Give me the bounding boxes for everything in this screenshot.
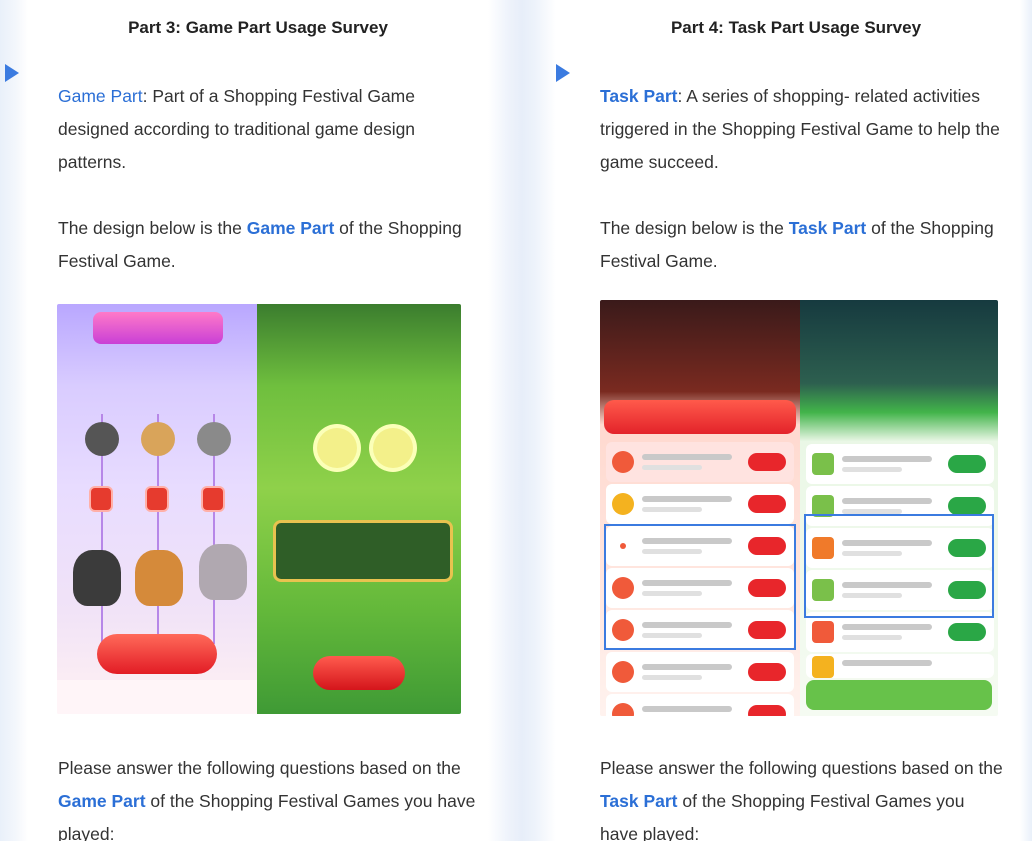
highlight-box [804,514,994,618]
task-screen-right [800,300,998,716]
avatar [197,422,231,456]
design-intro-text: The design below is the Game Part of the… [58,218,462,271]
gift-box-icon [203,488,223,510]
part-title: Part 4: Task Part Usage Survey [670,18,922,37]
middle-gutter [488,0,556,841]
task-row [806,444,994,484]
task-screen-left [600,300,800,716]
task-row [606,484,794,524]
task-part-screenshot [600,300,998,716]
task-row [806,654,994,678]
game-part-survey-panel: Part 3: Game Part Usage Survey Game Part… [30,0,486,841]
play-button [313,656,405,690]
task-row [606,442,794,482]
footer-bar [806,680,992,710]
answer-instructions: Please answer the following questions ba… [58,758,476,841]
answer-instructions: Please answer the following questions ba… [600,758,1003,841]
footer-bar [57,680,257,714]
task-header [604,400,796,434]
definition-text: Task Part: A series of shopping- related… [600,86,1000,172]
task-row [606,652,794,692]
task-part-survey-panel: Part 4: Task Part Usage Survey Task Part… [580,0,1012,841]
definition-text: Game Part: Part of a Shopping Festival G… [58,86,416,172]
expand-arrow-icon[interactable] [5,64,19,82]
banner [93,312,223,344]
character-ring [317,428,357,468]
cat-character [135,550,183,606]
game-part-screenshot [57,304,461,714]
cat-character [73,550,121,606]
part-title: Part 3: Game Part Usage Survey [128,18,388,37]
expand-arrow-icon[interactable] [556,64,570,82]
game-screen-left [57,304,257,714]
design-intro-text: The design below is the Task Part of the… [600,218,994,271]
highlight-box [604,524,796,650]
avatar [141,422,175,456]
task-row [806,612,994,652]
left-gutter [0,0,28,841]
gift-box-icon [147,488,167,510]
gift-box-icon [91,488,111,510]
task-row [606,694,794,716]
cat-character [199,544,247,600]
reward-card [273,520,453,582]
character-ring [373,428,413,468]
game-action-button [97,634,217,674]
right-gutter [1020,0,1032,841]
game-screen-right [257,304,461,714]
avatar [85,422,119,456]
